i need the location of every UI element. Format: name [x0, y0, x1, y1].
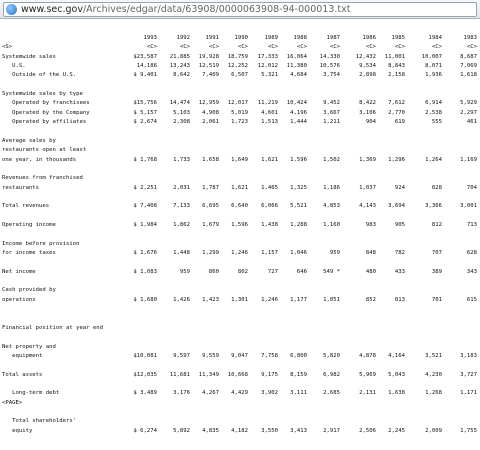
table-cell: 4,835 — [202, 427, 219, 434]
table-cell: 2,506 — [359, 427, 376, 434]
url-path: /Archives/edgar/data/63908/0000063908-94… — [82, 4, 351, 15]
table-cell: 3,550 — [261, 427, 278, 434]
table-cell: $ 6,274 — [133, 427, 157, 434]
table-cell: 2,009 — [425, 427, 442, 434]
url-host: www.sec.gov — [21, 4, 83, 15]
url-text: www.sec.gov/Archives/edgar/data/63908/00… — [21, 3, 350, 16]
table-row: equity $ 6,274 5,892 4,835 4,182 3,550 3,413 2,… — [0, 426, 480, 436]
table-cell: 5,892 — [173, 427, 190, 434]
document-body: 1993 1992 1991 1990 1989 1988 1987 1986 1985 1984… — [0, 19, 480, 450]
url-field[interactable]: www.sec.gov/Archives/edgar/data/63908/00… — [3, 2, 477, 17]
row-label: equity — [2, 427, 33, 434]
table-cell: 2,245 — [388, 427, 405, 434]
address-bar: www.sec.gov/Archives/edgar/data/63908/00… — [0, 0, 480, 19]
table-cell: 4,182 — [231, 427, 248, 434]
table-cell: 2,917 — [323, 427, 340, 434]
table-cell: 1,755 — [460, 427, 477, 434]
globe-icon — [6, 4, 17, 15]
table-cell: 3,413 — [290, 427, 307, 434]
